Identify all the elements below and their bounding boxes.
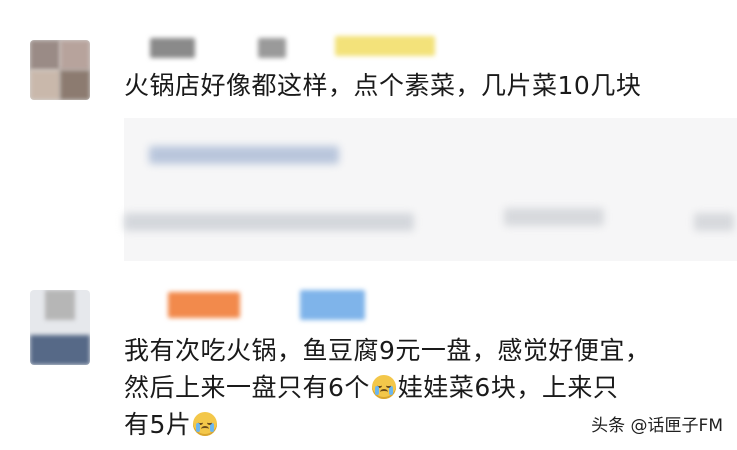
quoted-line-blurred bbox=[124, 213, 414, 231]
username-blurred[interactable] bbox=[150, 38, 195, 58]
username-blurred[interactable] bbox=[168, 292, 240, 318]
comment-text-line-1: 我有次吃火锅，鱼豆腐9元一盘，感觉好便宜， bbox=[124, 336, 651, 365]
comment-text-line-3: 有5片 bbox=[124, 407, 219, 443]
comment-text-segment: 有5片 bbox=[124, 410, 192, 439]
comment-text-segment: 然后上来一盘只有6个 bbox=[124, 373, 370, 402]
comment-item-1: 火锅店好像都这样，点个素菜，几片菜10几块 bbox=[0, 0, 737, 270]
quoted-line-blurred bbox=[504, 208, 604, 226]
quoted-line-blurred bbox=[149, 146, 339, 164]
watermark: 头条 @话匣子FM bbox=[591, 416, 723, 436]
user-tag-blurred bbox=[335, 36, 435, 56]
quoted-line-blurred bbox=[694, 213, 734, 231]
user-badge-blurred bbox=[300, 290, 365, 320]
avatar[interactable] bbox=[30, 290, 90, 365]
crying-face-icon bbox=[193, 412, 218, 436]
comment-text-line-2: 然后上来一盘只有6个 娃娃菜6块，上来只 bbox=[124, 370, 618, 406]
comment-text-segment: 娃娃菜6块，上来只 bbox=[397, 373, 619, 402]
comment-text: 火锅店好像都这样，点个素菜，几片菜10几块 bbox=[124, 71, 642, 100]
user-badge-blurred bbox=[258, 38, 286, 58]
avatar[interactable] bbox=[30, 40, 90, 100]
quoted-content-blurred[interactable] bbox=[124, 118, 737, 261]
crying-face-icon bbox=[371, 375, 396, 399]
